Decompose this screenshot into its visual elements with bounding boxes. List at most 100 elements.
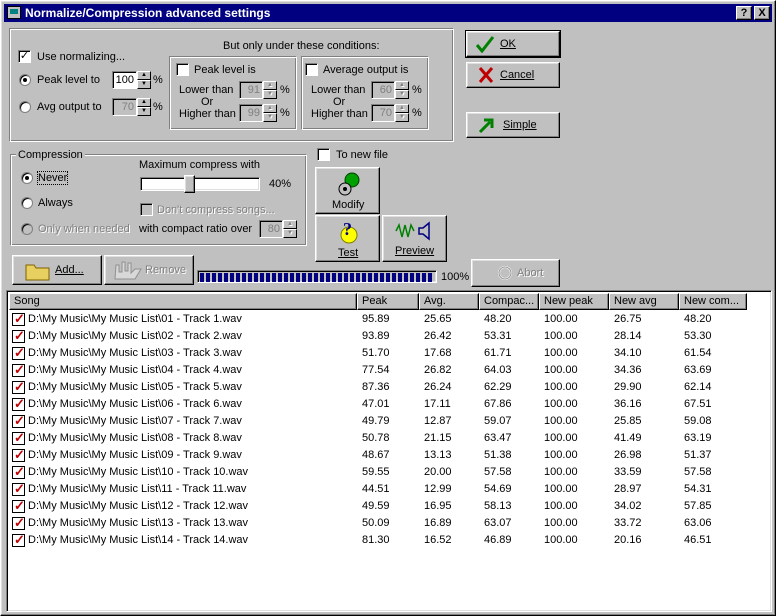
compression-group-label: Compression	[16, 149, 85, 161]
test-button[interactable]: ? Test	[315, 215, 380, 262]
average-output-is-checkbox[interactable]	[305, 63, 318, 76]
column-header-song[interactable]: Song	[9, 293, 357, 310]
row-checkbox[interactable]	[12, 481, 25, 497]
row-checkbox[interactable]	[12, 447, 25, 463]
row-checkbox[interactable]	[12, 464, 25, 480]
progress-segment	[284, 273, 288, 282]
progress-bar	[197, 270, 437, 283]
table-row[interactable]: D:\My Music\My Music List\04 - Track 4.w…	[9, 362, 769, 379]
row-checkbox[interactable]	[12, 532, 25, 548]
cell-new-compact: 54.31	[684, 483, 712, 495]
peak-level-radio[interactable]	[19, 74, 31, 86]
cell-new-peak: 100.00	[544, 500, 578, 512]
peak-higher-input[interactable]: 99	[239, 104, 263, 122]
peak-lower-input[interactable]: 91	[239, 81, 263, 99]
table-row[interactable]: D:\My Music\My Music List\06 - Track 6.w…	[9, 396, 769, 413]
modify-icon	[338, 172, 360, 196]
remove-button[interactable]: Remove	[104, 255, 194, 285]
avg-percent-label: %	[153, 101, 163, 113]
title-bar[interactable]: Normalize/Compression advanced settings …	[4, 4, 772, 22]
row-checkbox[interactable]	[12, 328, 25, 344]
peak-level-is-checkbox[interactable]	[176, 63, 189, 76]
progress-segment	[266, 273, 270, 282]
add-button[interactable]: Add...	[12, 255, 102, 285]
table-row[interactable]: D:\My Music\My Music List\11 - Track 11.…	[9, 481, 769, 498]
cell-new-avg: 34.10	[614, 347, 642, 359]
column-header-new-avg[interactable]: New avg	[609, 293, 679, 310]
row-checkbox[interactable]	[12, 362, 25, 378]
column-header-peak[interactable]: Peak	[357, 293, 419, 310]
table-row[interactable]: D:\My Music\My Music List\01 - Track 1.w…	[9, 311, 769, 328]
row-checkbox[interactable]	[12, 498, 25, 514]
table-row[interactable]: D:\My Music\My Music List\05 - Track 5.w…	[9, 379, 769, 396]
slider-thumb[interactable]	[184, 175, 195, 193]
table-row[interactable]: D:\My Music\My Music List\13 - Track 13.…	[9, 515, 769, 532]
progress-segment	[386, 273, 390, 282]
progress-segment	[230, 273, 234, 282]
row-checkbox[interactable]	[12, 311, 25, 327]
abort-button[interactable]: Abort	[471, 259, 560, 287]
ok-label: OK	[500, 38, 516, 50]
max-compress-slider[interactable]	[140, 175, 260, 193]
cancel-label: Cancel	[500, 69, 535, 81]
table-row[interactable]: D:\My Music\My Music List\10 - Track 10.…	[9, 464, 769, 481]
progress-segment	[320, 273, 324, 282]
cell-song: D:\My Music\My Music List\13 - Track 13.…	[28, 517, 249, 529]
avg-output-radio[interactable]	[19, 101, 31, 113]
never-radio[interactable]	[21, 172, 33, 184]
column-header-new-peak[interactable]: New peak	[539, 293, 609, 310]
compact-ratio-spinner[interactable]: ▲ ▼	[283, 220, 297, 238]
peak-higher-than-label: Higher than	[179, 108, 236, 120]
peak-higher-spinner[interactable]: ▲ ▼	[263, 104, 277, 122]
cell-compact: 48.20	[484, 313, 512, 325]
table-row[interactable]: D:\My Music\My Music List\07 - Track 7.w…	[9, 413, 769, 430]
only-when-needed-radio[interactable]	[21, 223, 33, 235]
cancel-button[interactable]: Cancel	[466, 62, 560, 88]
dont-compress-checkbox[interactable]	[140, 203, 153, 216]
progress-segment	[392, 273, 396, 282]
progress-segment	[332, 273, 336, 282]
avg-output-input[interactable]: 70	[112, 98, 137, 116]
row-checkbox[interactable]	[12, 396, 25, 412]
modify-button[interactable]: Modify	[315, 167, 380, 214]
peak-level-input[interactable]: 100	[112, 71, 137, 89]
preview-button[interactable]: Preview	[382, 215, 447, 262]
always-radio[interactable]	[21, 197, 33, 209]
simple-label: Simple	[503, 119, 537, 131]
row-checkbox[interactable]	[12, 413, 25, 429]
avg-higher-spinner[interactable]: ▲ ▼	[395, 104, 409, 122]
progress-segment	[254, 273, 258, 282]
ok-button[interactable]: OK	[465, 30, 561, 58]
row-checkbox[interactable]	[12, 379, 25, 395]
table-row[interactable]: D:\My Music\My Music List\03 - Track 3.w…	[9, 345, 769, 362]
help-button[interactable]: ?	[736, 6, 752, 20]
song-list[interactable]: Song Peak Avg. Compac... New peak New avg New …	[6, 290, 772, 612]
column-header-avg[interactable]: Avg.	[419, 293, 479, 310]
row-checkbox[interactable]	[12, 515, 25, 531]
avg-output-spinner[interactable]: ▲ ▼	[137, 98, 151, 116]
cell-compact: 64.03	[484, 364, 512, 376]
avg-lower-spinner[interactable]: ▲ ▼	[395, 81, 409, 99]
cell-new-compact: 63.19	[684, 432, 712, 444]
table-row[interactable]: D:\My Music\My Music List\12 - Track 12.…	[9, 498, 769, 515]
peak-lower-spinner[interactable]: ▲ ▼	[263, 81, 277, 99]
peak-lower-than-label: Lower than	[179, 84, 234, 96]
close-button[interactable]: X	[754, 6, 770, 20]
use-normalizing-checkbox[interactable]: ✓	[18, 50, 31, 63]
compact-ratio-input[interactable]: 80	[259, 220, 283, 238]
peak-level-spinner[interactable]: ▲ ▼	[137, 71, 151, 89]
table-row[interactable]: D:\My Music\My Music List\14 - Track 14.…	[9, 532, 769, 549]
row-checkbox[interactable]	[12, 345, 25, 361]
row-checkbox[interactable]	[12, 430, 25, 446]
table-row[interactable]: D:\My Music\My Music List\09 - Track 9.w…	[9, 447, 769, 464]
cell-peak: 59.55	[362, 466, 390, 478]
avg-lower-input[interactable]: 60	[371, 81, 395, 99]
table-row[interactable]: D:\My Music\My Music List\02 - Track 2.w…	[9, 328, 769, 345]
cell-new-avg: 34.02	[614, 500, 642, 512]
table-row[interactable]: D:\My Music\My Music List\08 - Track 8.w…	[9, 430, 769, 447]
to-new-file-checkbox[interactable]	[317, 148, 330, 161]
avg-higher-input[interactable]: 70	[371, 104, 395, 122]
column-header-new-compact[interactable]: New com...	[679, 293, 747, 310]
simple-button[interactable]: Simple	[466, 112, 560, 138]
column-header-compact[interactable]: Compac...	[479, 293, 539, 310]
